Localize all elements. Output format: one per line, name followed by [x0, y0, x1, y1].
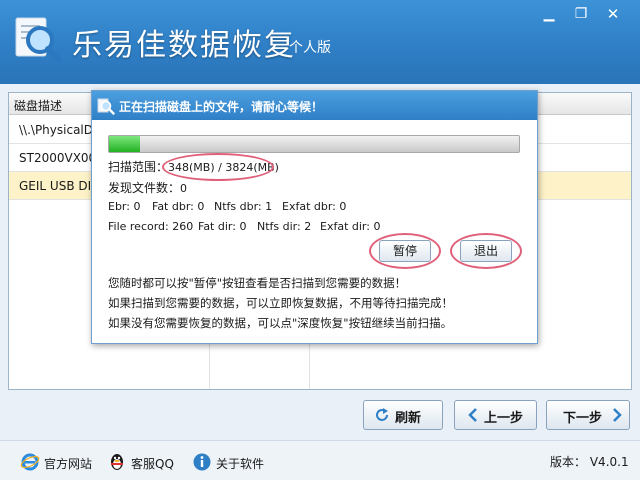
close-icon[interactable]: ✕ [600, 4, 626, 24]
title-bar: 乐易佳数据恢复 个人版 ▁ ❐ ✕ [0, 0, 640, 84]
found-files: 发现文件数：0 [108, 179, 187, 196]
scan-progress-dialog: 正在扫描磁盘上的文件，请耐心等候！ 扫描范围：348(MB) / 3824(MB… [91, 90, 538, 344]
stat-ebr: Ebr: 0 [108, 200, 141, 213]
stat-fat-dir: Fat dir: 0 [198, 220, 247, 233]
stat-file-record: File record: 260 [108, 220, 194, 233]
chevron-left-icon [468, 408, 477, 422]
refresh-button[interactable]: 刷新 [363, 400, 443, 430]
column-header-label: 磁盘描述 [14, 99, 63, 113]
found-files-label: 发现文件数： [108, 181, 181, 195]
disk-row-label: GEIL USB DISK [19, 179, 99, 193]
refresh-icon [376, 408, 388, 421]
qq-penguin-icon [111, 454, 123, 470]
scan-progress-bar [108, 135, 520, 153]
scan-progress-fill [109, 136, 140, 152]
stat-ntfs-dbr: Ntfs dbr: 1 [214, 200, 273, 213]
stat-exfat-dir: Exfat dir: 0 [320, 220, 381, 233]
version-label: 版本： [550, 455, 587, 469]
tip-line: 您随时都可以按"暂停"按钮查看是否扫描到您需要的数据！ [108, 276, 407, 290]
tip-line: 如果扫描到您需要的数据，可以立即恢复数据，不用等待扫描完成！ [108, 296, 453, 310]
next-step-label: 下一步 [563, 411, 603, 426]
dialog-title: 正在扫描磁盘上的文件，请耐心等候！ [119, 100, 324, 114]
pause-button[interactable]: 暂停 [379, 240, 431, 262]
disk-row-label: \\.\PhysicalDrive0 [19, 123, 99, 137]
scan-range-highlight [162, 153, 274, 181]
magnifier-logo-icon [15, 17, 62, 63]
stat-ntfs-dir: Ntfs dir: 2 [257, 220, 312, 233]
app-title: 乐易佳数据恢复 [72, 28, 296, 63]
info-icon [193, 453, 211, 471]
prev-step-label: 上一步 [484, 411, 524, 426]
footer: 官方网站 客服QQ 关于软件 [0, 440, 640, 480]
next-step-button[interactable]: 下一步 [546, 400, 630, 430]
support-qq-label: 客服QQ [131, 457, 174, 471]
exit-button[interactable]: 退出 [460, 240, 512, 262]
magnifier-icon [97, 98, 115, 115]
scan-range-label: 扫描范围： [108, 160, 169, 174]
dialog-title-bar: 正在扫描磁盘上的文件，请耐心等候！ [92, 91, 537, 120]
stat-exfat-dbr: Exfat dbr: 0 [282, 200, 347, 213]
found-files-value: 0 [180, 182, 188, 195]
chevron-right-icon [613, 408, 622, 422]
prev-step-button[interactable]: 上一步 [454, 400, 537, 430]
official-website-label: 官方网站 [44, 457, 93, 471]
version-value: V4.0.1 [589, 455, 629, 469]
refresh-label: 刷新 [395, 411, 422, 426]
disk-row-label: ST2000VX000-1CU164 [19, 151, 99, 165]
restore-icon[interactable]: ❐ [568, 4, 594, 24]
ie-icon [20, 453, 40, 471]
app-edition: 个人版 [289, 40, 331, 56]
minimize-icon[interactable]: ▁ [536, 4, 562, 24]
version-info: 版本： V4.0.1 [550, 453, 629, 470]
stat-fat-dbr: Fat dbr: 0 [152, 200, 205, 213]
about-software-label: 关于软件 [216, 457, 265, 471]
tip-line: 如果没有您需要恢复的数据，可以点"深度恢复"按钮继续当前扫描。 [108, 316, 453, 330]
